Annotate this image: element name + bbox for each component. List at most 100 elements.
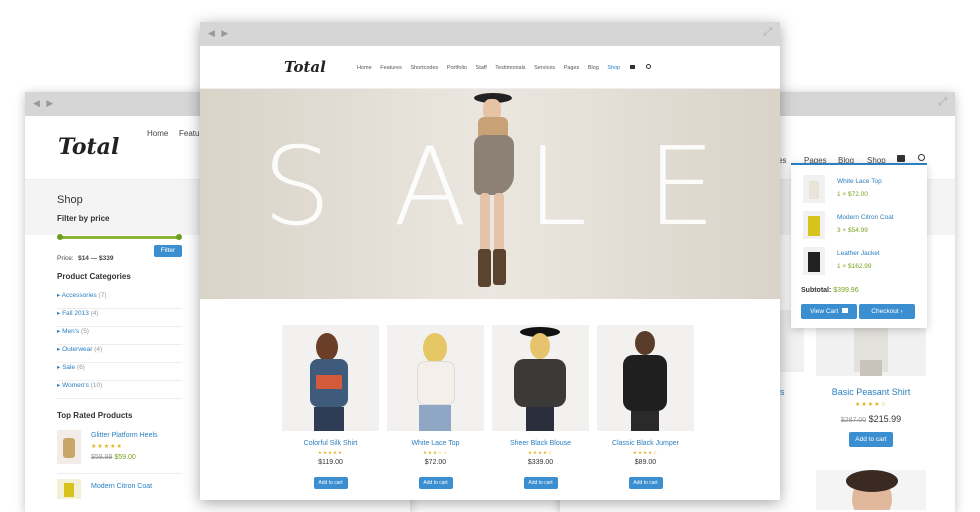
cart-item[interactable]: Modern Citron Coat 3 × $54.99 (803, 211, 915, 241)
product-price: $119.00 (318, 459, 343, 466)
add-to-cart-button[interactable]: Add to cart (313, 477, 348, 489)
nav-pages[interactable]: Pages (564, 65, 580, 71)
slider-handle-max[interactable] (176, 234, 182, 240)
top-rated-name[interactable]: Glitter Platform Heels (91, 432, 158, 439)
nav-features[interactable]: Features (380, 65, 402, 71)
old-price: $287.00 (840, 417, 867, 424)
category-list: ▸ Accessories (7) ▸ Fall 2013 (4) ▸ Men'… (57, 291, 182, 399)
top-rated-heading: Top Rated Products (57, 411, 133, 420)
add-to-cart-button[interactable]: Add to cart (628, 477, 663, 489)
product-card[interactable]: White Lace Top ★★★☆☆ $72.00 Add to cart (387, 325, 484, 489)
rating-stars: ★★★★★ (91, 444, 123, 450)
rating-stars: ★★★★★ (317, 450, 344, 455)
search-icon[interactable] (646, 64, 652, 69)
filter-button[interactable]: Filter (154, 245, 182, 257)
nav-home[interactable]: Home (357, 65, 372, 71)
price-range: $14 — $339 (78, 255, 114, 262)
add-to-cart-button[interactable]: Add to cart (849, 432, 893, 447)
expand-icon[interactable]: ⤢ (938, 96, 947, 109)
rating-stars: ★★★★☆ (632, 450, 659, 455)
add-to-cart-button[interactable]: Add to cart (418, 477, 453, 489)
cart-item-qty: 1 × $72.00 (837, 191, 868, 198)
site-logo[interactable]: Total (58, 134, 119, 160)
checkout-button[interactable]: Checkout › (859, 304, 915, 319)
view-cart-button[interactable]: View Cart (801, 304, 857, 319)
product-name[interactable]: Classic Black Jumper (597, 440, 694, 447)
nav-services[interactable]: Services (534, 65, 555, 71)
product-image[interactable] (597, 325, 694, 431)
browser-chrome: ◀ ▶ ⤢ (200, 22, 780, 46)
product-thumbnail[interactable] (803, 247, 825, 275)
nav-blog[interactable]: Blog (588, 65, 599, 71)
nav-portfolio[interactable]: Portfolio (447, 65, 467, 71)
product-grid: Colorful Silk Shirt ★★★★★ $119.00 Add to… (282, 325, 694, 500)
old-price: $59.99 (91, 454, 113, 461)
product-price: $339.00 (527, 459, 554, 466)
nav-staff[interactable]: Staff (476, 65, 487, 71)
product-card[interactable]: Classic Black Jumper ★★★★☆ $89.00 Add to… (597, 325, 694, 489)
product-name[interactable]: White Lace Top (387, 440, 484, 447)
price-label: Price: (57, 255, 74, 262)
sale-price: $215.99 (868, 414, 902, 424)
slider-handle-min[interactable] (57, 234, 63, 240)
product-name[interactable]: Sheer Black Blouse (492, 440, 589, 447)
categories-heading: Product Categories (57, 272, 131, 281)
cart-item-name[interactable]: Leather Jacket (837, 250, 880, 257)
category-item[interactable]: ▸ Outerwear (4) (57, 345, 182, 363)
product-card[interactable]: Sheer Black Blouse ★★★★☆ $339.00 Add to … (492, 325, 589, 489)
product-thumbnail[interactable] (57, 479, 81, 499)
nav-home[interactable]: Home (147, 129, 168, 138)
product-card[interactable]: Colorful Silk Shirt ★★★★★ $119.00 Add to… (282, 325, 379, 489)
category-item[interactable]: ▸ Sale (6) (57, 363, 182, 381)
product-image[interactable] (387, 325, 484, 431)
product-thumbnail[interactable] (803, 175, 825, 203)
subtotal-value: $399.96 (833, 287, 859, 294)
cart-icon[interactable] (897, 155, 905, 162)
product-thumbnail[interactable] (803, 211, 825, 239)
add-to-cart-button[interactable]: Add to cart (523, 477, 558, 489)
nav-arrows-icon[interactable]: ◀ ▶ (208, 28, 230, 39)
main-nav: Home Features Shortcodes Portfolio Staff… (357, 64, 652, 71)
cart-item[interactable]: White Lace Top 1 × $72.00 (803, 175, 915, 205)
cart-icon (841, 308, 848, 313)
nav-shortcodes[interactable]: Shortcodes (410, 65, 438, 71)
expand-icon[interactable]: ⤢ (763, 26, 772, 39)
cart-item[interactable]: Leather Jacket 1 × $162.99 (803, 247, 915, 277)
filter-heading: Filter by price (57, 214, 110, 223)
front-window: ◀ ▶ ⤢ Total Home Features Shortcodes Por… (200, 22, 780, 500)
subtotal-label: Subtotal: (801, 287, 832, 294)
nav-features[interactable]: Featu (179, 129, 199, 138)
price-slider[interactable] (57, 234, 182, 240)
hero-banner[interactable]: SALE (200, 89, 780, 299)
nav-shop[interactable]: Shop (607, 65, 620, 71)
product-image[interactable] (282, 325, 379, 431)
category-item[interactable]: ▸ Fall 2013 (4) (57, 309, 182, 327)
top-rated-item[interactable]: Modern Citron Coat (57, 479, 182, 499)
chevron-right-icon: › (900, 308, 903, 315)
cart-item-name[interactable]: Modern Citron Coat (837, 214, 894, 221)
sale-price: $59.00 (114, 454, 136, 461)
category-item[interactable]: ▸ Accessories (7) (57, 291, 182, 309)
top-rated-item[interactable]: Glitter Platform Heels ★★★★★ $59.99 $59.… (57, 430, 182, 474)
nav-testimonials[interactable]: Testimonials (495, 65, 525, 71)
product-image[interactable] (492, 325, 589, 431)
site-header: Total Home Features Shortcodes Portfolio… (200, 46, 780, 89)
product-image[interactable] (816, 470, 926, 510)
product-thumbnail[interactable] (57, 430, 81, 464)
search-icon[interactable] (918, 154, 925, 161)
mini-cart-dropdown: White Lace Top 1 × $72.00 Modern Citron … (791, 163, 927, 328)
site-logo[interactable]: Total (284, 58, 326, 76)
top-rated-name[interactable]: Modern Citron Coat (91, 483, 152, 490)
cart-icon[interactable] (629, 65, 635, 69)
nav-arrows-icon[interactable]: ◀ ▶ (33, 98, 55, 109)
category-item[interactable]: ▸ Men's (5) (57, 327, 182, 345)
product-name[interactable]: Basic Peasant Shirt (816, 387, 926, 397)
page-title: Shop (57, 194, 83, 206)
category-item[interactable]: ▸ Women's (10) (57, 381, 182, 399)
hero-model-image (448, 89, 538, 299)
product-name[interactable]: Colorful Silk Shirt (282, 440, 379, 447)
partial-product-name[interactable]: s (780, 387, 785, 397)
view-cart-label: View Cart (810, 308, 839, 315)
cart-item-name[interactable]: White Lace Top (837, 178, 882, 185)
rating-stars: ★★★☆☆ (422, 450, 449, 455)
